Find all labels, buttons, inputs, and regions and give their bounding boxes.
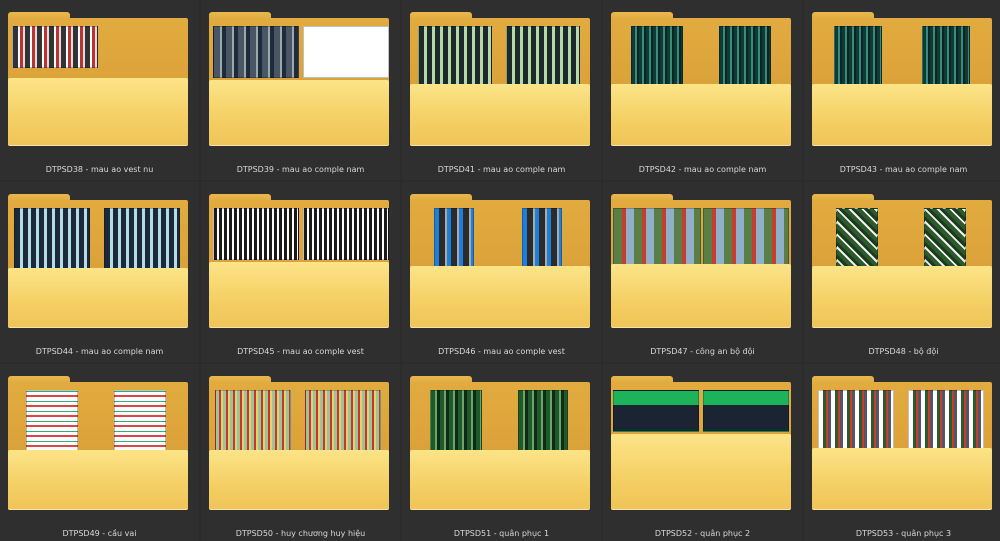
folder-item[interactable]: DTPSD41 - mau ao comple nam: [402, 0, 601, 180]
folder-label: DTPSD38 - mau ao vest nu: [45, 165, 154, 174]
thumbnail-image: [518, 390, 568, 452]
thumbnail-image: [834, 26, 882, 86]
folder-item[interactable]: DTPSD44 - mau ao comple nam: [0, 182, 199, 362]
folder-label: DTPSD43 - mau ao comple nam: [839, 165, 968, 174]
folder-label: DTPSD46 - mau ao comple vest: [438, 347, 565, 356]
thumbnail-image: [703, 390, 789, 432]
thumbnail-image: [506, 26, 580, 86]
thumbnail-image: [703, 208, 789, 266]
thumbnail-image: [114, 390, 166, 452]
folder-icon: [812, 190, 992, 330]
thumbnail-image: [305, 390, 381, 452]
folder-icon: [611, 372, 791, 512]
thumbnail-image: [719, 26, 771, 86]
thumbnail-image: [434, 208, 474, 268]
folder-label: DTPSD41 - mau ao comple nam: [437, 165, 566, 174]
folder-icon: [410, 190, 590, 330]
thumbnail-image: [104, 208, 180, 270]
folder-item[interactable]: DTPSD38 - mau ao vest nu: [0, 0, 199, 180]
thumbnail-image: [26, 390, 78, 452]
thumbnail-image: [215, 390, 291, 452]
thumbnail-image: [418, 26, 492, 86]
thumbnail-image: [908, 390, 984, 450]
folder-icon: [8, 190, 188, 330]
folder-icon: [8, 8, 188, 148]
folder-label: DTPSD42 - mau ao comple nam: [638, 165, 767, 174]
folder-label: DTPSD39 - mau ao comple nam: [236, 165, 365, 174]
thumbnail-image: [14, 208, 90, 270]
folder-item[interactable]: DTPSD52 - quân phục 2: [603, 364, 802, 541]
thumbnail-image: [522, 208, 562, 268]
thumbnail-image: [430, 390, 482, 452]
folder-label: DTPSD51 - quân phục 1: [453, 529, 550, 538]
folder-label: DTPSD47 - công an bộ đội: [650, 347, 755, 356]
folder-icon: [611, 190, 791, 330]
thumbnail-image: [613, 390, 699, 432]
thumbnail-image: [213, 208, 299, 260]
folder-label: DTPSD52 - quân phục 2: [654, 529, 751, 538]
folder-item[interactable]: DTPSD47 - công an bộ đội: [603, 182, 802, 362]
thumbnail-image: [836, 208, 878, 268]
folder-icon: [8, 372, 188, 512]
folder-item[interactable]: DTPSD39 - mau ao comple nam: [201, 0, 400, 180]
folder-item[interactable]: DTPSD46 - mau ao comple vest: [402, 182, 601, 362]
folder-icon: [209, 8, 389, 148]
folder-grid: DTPSD38 - mau ao vest nu DTPSD39 - mau a…: [0, 0, 1000, 541]
thumbnail-image: [613, 208, 701, 266]
folder-item[interactable]: DTPSD51 - quân phục 1: [402, 364, 601, 541]
folder-icon: [209, 372, 389, 512]
folder-label: DTPSD44 - mau ao comple nam: [35, 347, 164, 356]
folder-label: DTPSD50 - huy chương huy hiệu: [235, 529, 366, 538]
folder-item[interactable]: DTPSD48 - bộ đội: [804, 182, 1000, 362]
folder-icon: [812, 372, 992, 512]
thumbnail-image: [818, 390, 894, 450]
folder-item[interactable]: DTPSD45 - mau ao comple vest: [201, 182, 400, 362]
folder-label: DTPSD48 - bộ đội: [868, 347, 939, 356]
folder-item[interactable]: DTPSD50 - huy chương huy hiệu: [201, 364, 400, 541]
folder-label: DTPSD53 - quân phục 3: [855, 529, 952, 538]
thumbnail-image: [631, 26, 683, 86]
folder-label: DTPSD45 - mau ao comple vest: [237, 347, 364, 356]
thumbnail-image: [922, 26, 970, 86]
thumbnail-image: [924, 208, 966, 268]
thumbnail-image: [12, 26, 98, 68]
folder-icon: [410, 372, 590, 512]
folder-item[interactable]: DTPSD49 - cầu vai: [0, 364, 199, 541]
folder-icon: [209, 190, 389, 330]
folder-icon: [611, 8, 791, 148]
folder-icon: [812, 8, 992, 148]
folder-icon: [410, 8, 590, 148]
folder-label: DTPSD49 - cầu vai: [62, 529, 137, 538]
folder-item[interactable]: DTPSD53 - quân phục 3: [804, 364, 1000, 541]
thumbnail-image: [303, 26, 389, 78]
folder-item[interactable]: DTPSD42 - mau ao comple nam: [603, 0, 802, 180]
folder-item[interactable]: DTPSD43 - mau ao comple nam: [804, 0, 1000, 180]
thumbnail-image: [213, 26, 299, 78]
thumbnail-image: [303, 208, 389, 260]
